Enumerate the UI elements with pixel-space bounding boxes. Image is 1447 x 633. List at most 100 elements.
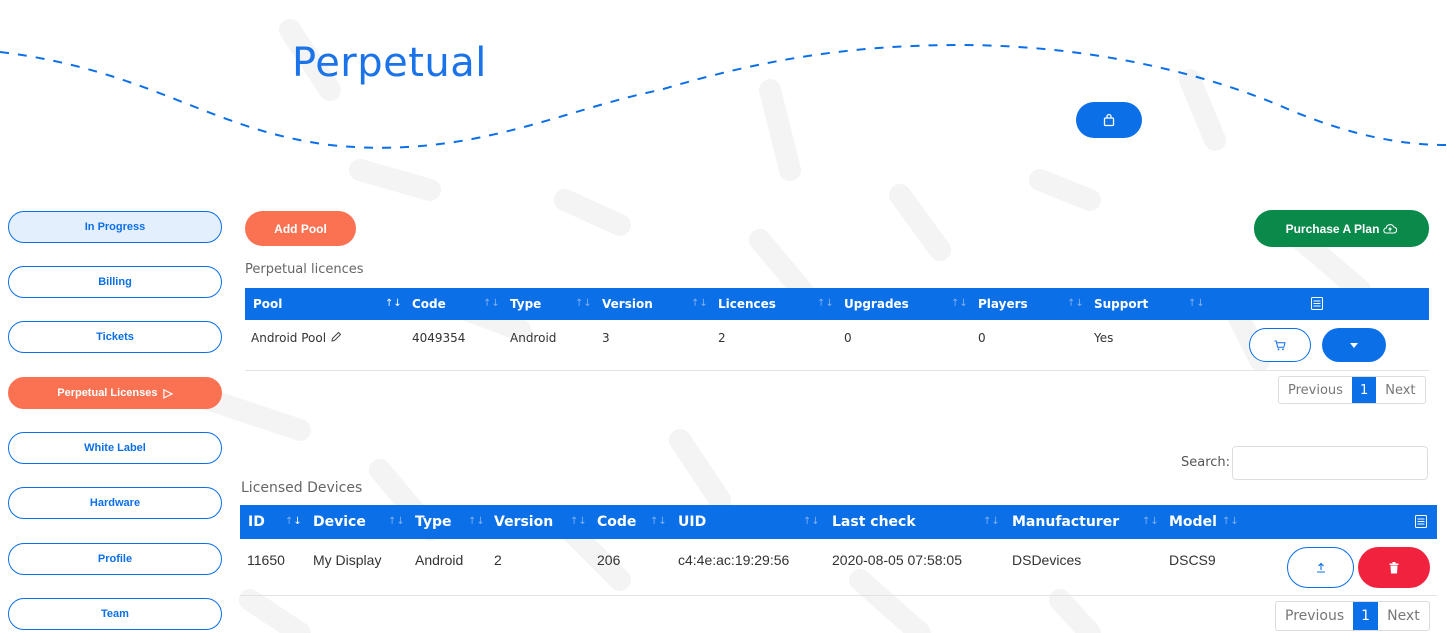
column-header-type[interactable]: Type <box>415 505 452 539</box>
sidebar-item-billing[interactable]: Billing <box>8 266 222 298</box>
cell-upgrades: 0 <box>844 331 852 345</box>
sort-icon: ↑↓ <box>817 298 834 309</box>
column-header-uid[interactable]: UID <box>678 505 706 539</box>
cell-uid: c4:4e:ac:19:29:56 <box>678 552 790 568</box>
purchase-plan-button[interactable]: Purchase A Plan <box>1254 210 1429 247</box>
licences-pagination: Previous 1 Next <box>1278 376 1426 404</box>
play-arrow-icon: ▷ <box>163 386 173 400</box>
column-header-code[interactable]: Code <box>412 288 446 320</box>
licences-table-header: Pool ↑↓ Code ↑↓ Type ↑↓ Version ↑↓ Licen… <box>245 288 1429 320</box>
devices-table: ID ↑↓ Device ↑↓ Type ↑↓ Version ↑↓ Code … <box>240 505 1437 597</box>
sort-icon: ↑↓ <box>388 516 405 527</box>
column-header-players[interactable]: Players <box>978 288 1028 320</box>
cloud-upload-icon <box>1383 223 1398 234</box>
column-header-type[interactable]: Type <box>510 288 541 320</box>
cart-button[interactable] <box>1249 328 1311 362</box>
sidebar-item-label: Tickets <box>96 331 134 343</box>
sort-icon: ↑↓ <box>483 298 500 309</box>
sidebar-item-team[interactable]: Team <box>8 598 222 630</box>
purchase-plan-label: Purchase A Plan <box>1285 221 1380 236</box>
cell-licences: 2 <box>718 331 726 345</box>
column-header-version[interactable]: Version <box>494 505 553 539</box>
column-header-version[interactable]: Version <box>602 288 653 320</box>
sort-asc-icon: ↑↓ <box>385 298 402 309</box>
sort-icon: ↑↓ <box>951 298 968 309</box>
page-1-button[interactable]: 1 <box>1351 377 1377 403</box>
cell-version: 2 <box>494 552 502 568</box>
cell-device: My Display <box>313 552 382 568</box>
next-page-button[interactable]: Next <box>1378 602 1429 630</box>
column-header-id[interactable]: ID <box>248 505 265 539</box>
sort-icon: ↑↓ <box>575 298 592 309</box>
cell-version: 3 <box>602 331 610 345</box>
pencil-icon[interactable] <box>330 331 342 343</box>
sidebar-item-white-label[interactable]: White Label <box>8 432 222 464</box>
column-header-device[interactable]: Device <box>313 505 366 539</box>
cell-last-check: 2020-08-05 07:58:05 <box>832 552 962 568</box>
cell-pool: Android Pool <box>251 331 342 345</box>
search-input[interactable] <box>1232 446 1428 480</box>
sort-icon: ↑↓ <box>468 516 485 527</box>
page-title: Perpetual <box>292 40 487 86</box>
next-page-button[interactable]: Next <box>1376 377 1424 403</box>
trash-icon <box>1389 561 1399 573</box>
upload-button[interactable] <box>1287 547 1354 588</box>
cell-players: 0 <box>978 331 986 345</box>
sort-icon: ↑↓ <box>1222 516 1239 527</box>
column-header-model[interactable]: Model <box>1169 505 1217 539</box>
add-pool-button[interactable]: Add Pool <box>245 211 356 246</box>
options-dropdown-button[interactable] <box>1322 328 1386 362</box>
column-header-last-check[interactable]: Last check <box>832 505 916 539</box>
sidebar-item-label: Team <box>101 608 129 620</box>
devices-table-header: ID ↑↓ Device ↑↓ Type ↑↓ Version ↑↓ Code … <box>240 505 1437 539</box>
sidebar-item-label: White Label <box>84 442 146 454</box>
column-header-pool[interactable]: Pool <box>253 288 282 320</box>
sort-icon: ↑↓ <box>1067 298 1084 309</box>
sort-icon: ↑↓ <box>691 298 708 309</box>
sidebar-item-hardware[interactable]: Hardware <box>8 487 222 519</box>
column-header-support[interactable]: Support <box>1094 288 1148 320</box>
sort-icon: ↑↓ <box>1188 298 1205 309</box>
delete-button[interactable] <box>1358 547 1430 588</box>
sort-icon: ↑↓ <box>983 516 1000 527</box>
column-header-licences[interactable]: Licences <box>718 288 776 320</box>
devices-table-caption: Licensed Devices <box>241 480 363 496</box>
sidebar-item-label: Billing <box>98 276 132 288</box>
sort-icon: ↑↓ <box>803 516 820 527</box>
divider <box>245 370 1429 371</box>
column-header-upgrades[interactable]: Upgrades <box>844 288 909 320</box>
shopping-bag-button[interactable] <box>1076 102 1142 138</box>
sidebar-item-profile[interactable]: Profile <box>8 543 222 575</box>
column-visibility-icon[interactable] <box>1311 297 1323 310</box>
sidebar-item-label: Hardware <box>89 497 141 509</box>
devices-pagination: Previous 1 Next <box>1275 601 1430 631</box>
sort-icon: ↑↓ <box>570 516 587 527</box>
previous-page-button[interactable]: Previous <box>1276 602 1353 630</box>
previous-page-button[interactable]: Previous <box>1279 377 1352 403</box>
cell-manufacturer: DSDevices <box>1012 552 1082 568</box>
column-header-code[interactable]: Code <box>597 505 636 539</box>
sidebar-item-tickets[interactable]: Tickets <box>8 321 222 353</box>
sidebar-item-in-progress[interactable]: In Progress <box>8 211 222 243</box>
sidebar-item-perpetual-licenses[interactable]: Perpetual Licenses ▷ <box>8 377 222 409</box>
add-pool-label: Add Pool <box>274 221 327 236</box>
sort-desc-icon: ↑↓ <box>285 516 302 527</box>
sidebar-item-label: In Progress <box>84 221 146 233</box>
shopping-bag-icon <box>1103 113 1115 127</box>
cell-type: Android <box>510 331 557 345</box>
divider <box>240 595 1437 596</box>
cell-code: 206 <box>597 552 621 568</box>
licences-table-caption: Perpetual licences <box>245 262 364 277</box>
cell-id: 11650 <box>247 552 285 568</box>
cell-support: Yes <box>1094 331 1114 345</box>
sidebar-item-label: Profile <box>97 553 133 565</box>
sidebar-item-label: Perpetual Licenses <box>57 387 158 399</box>
cell-type: Android <box>415 552 464 568</box>
page-1-button[interactable]: 1 <box>1353 602 1379 630</box>
column-header-manufacturer[interactable]: Manufacturer <box>1012 505 1119 539</box>
cell-code: 4049354 <box>412 331 466 345</box>
cart-icon <box>1274 340 1286 350</box>
caret-down-icon <box>1350 342 1358 348</box>
sort-icon: ↑↓ <box>1142 516 1159 527</box>
column-visibility-icon[interactable] <box>1415 515 1427 528</box>
